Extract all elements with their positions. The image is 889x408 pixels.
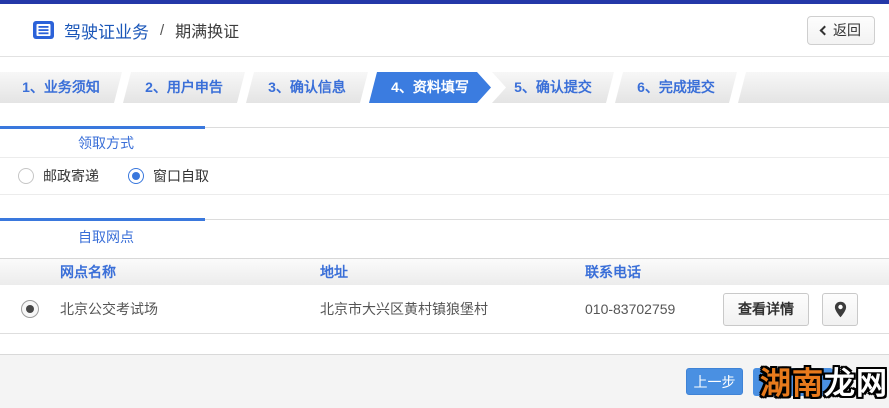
page-title: 期满换证 [175, 24, 240, 41]
step-label: 4、资料填写 [391, 79, 469, 95]
step-label: 6、完成提交 [637, 79, 715, 95]
service-list-icon [32, 20, 55, 40]
step-label: 2、用户申告 [145, 79, 223, 95]
map-pin-icon [834, 301, 846, 317]
pickup-method-options: 邮政寄递 窗口自取 [0, 158, 889, 195]
pickup-locations-title: 自取网点 [78, 229, 134, 245]
step-wizard-filler [738, 72, 889, 103]
step-4-fill-materials-active[interactable]: 4、资料填写 [369, 72, 491, 103]
header-cell-address: 地址 [320, 264, 348, 280]
tab-accent-underline [0, 126, 205, 129]
radio-option-label: 窗口自取 [153, 168, 209, 184]
pickup-locations-tab-rule [0, 218, 889, 221]
step-label: 3、确认信息 [268, 79, 346, 95]
breadcrumb-separator: / [160, 21, 165, 39]
row-radio-selected-icon[interactable] [21, 300, 39, 318]
pickup-method-tab-rule [0, 126, 889, 129]
cell-location-phone: 010-83702759 [585, 301, 676, 317]
radio-unselected-icon [18, 168, 34, 184]
map-pin-button[interactable] [822, 292, 858, 326]
radio-option-window-pickup[interactable]: 窗口自取 [128, 166, 209, 186]
step-wizard: 1、业务须知 2、用户申告 3、确认信息 4、资料填写 5、确认提交 6、完成提… [0, 72, 889, 103]
breadcrumb: 驾驶证业务 / 期满换证 [32, 18, 239, 43]
back-button-label: 返回 [833, 22, 861, 38]
radio-option-label: 邮政寄递 [43, 168, 99, 184]
page: 驾驶证业务 / 期满换证 返回 1、业务须知 2、用户申告 3、确认信息 4、资… [0, 0, 889, 408]
radio-selected-icon [128, 168, 144, 184]
view-details-button[interactable]: 查看详情 [723, 292, 809, 326]
service-category-title: 驾驶证业务 [64, 22, 149, 42]
step-label: 1、业务须知 [22, 79, 100, 95]
pickup-method-title: 领取方式 [0, 128, 889, 158]
cell-location-name: 北京公交考试场 [60, 301, 158, 317]
footer-bar: 上一步 [0, 354, 889, 408]
locations-table-header: 网点名称 地址 联系电话 [0, 258, 889, 285]
row-radio-cell [0, 300, 60, 318]
header-cell-phone: 联系电话 [585, 264, 641, 280]
header: 驾驶证业务 / 期满换证 返回 [0, 4, 889, 57]
row-actions-cell: 查看详情 [715, 292, 889, 326]
back-button[interactable]: 返回 [807, 15, 875, 45]
previous-step-button[interactable]: 上一步 [686, 368, 743, 395]
header-cell-name: 网点名称 [60, 264, 116, 280]
chevron-left-icon [819, 25, 830, 35]
tab-accent-underline [0, 218, 205, 221]
step-2-user-declaration[interactable]: 2、用户申告 [123, 72, 245, 103]
pickup-locations-section: 自取网点 网点名称 地址 联系电话 北京公交考试场 北京市大兴区黄村镇狼堡村 0… [0, 218, 889, 334]
step-5-confirm-submit[interactable]: 5、确认提交 [492, 72, 614, 103]
cell-location-address: 北京市大兴区黄村镇狼堡村 [320, 301, 488, 317]
next-step-button-obscured[interactable] [753, 367, 833, 396]
step-1-business-notice[interactable]: 1、业务须知 [0, 72, 122, 103]
step-3-confirm-info[interactable]: 3、确认信息 [246, 72, 368, 103]
step-label: 5、确认提交 [514, 79, 592, 95]
pickup-method-section: 领取方式 邮政寄递 窗口自取 [0, 126, 889, 195]
radio-option-postal-delivery[interactable]: 邮政寄递 [18, 166, 99, 186]
step-6-complete-submit[interactable]: 6、完成提交 [615, 72, 737, 103]
location-table-row: 北京公交考试场 北京市大兴区黄村镇狼堡村 010-83702759 查看详情 [0, 285, 889, 334]
